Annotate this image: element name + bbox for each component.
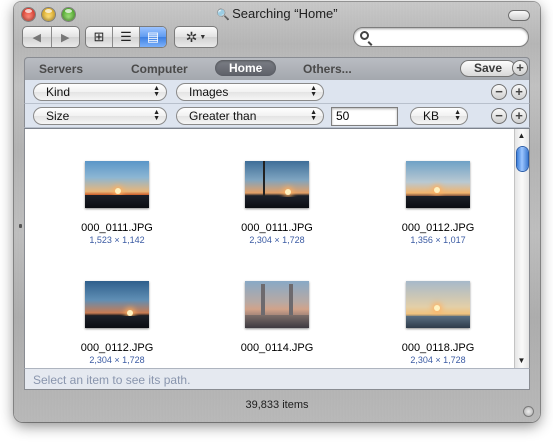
result-dimensions: 2,304 × 1,728: [410, 355, 466, 365]
scrollbar-thumb[interactable]: [517, 147, 528, 171]
image-thumbnail: [245, 161, 309, 208]
scope-computer[interactable]: Computer: [131, 62, 188, 76]
result-filename: 000_0112.JPG: [401, 222, 475, 234]
size-unit-popup[interactable]: KB ▲ ▼: [410, 107, 468, 125]
image-thumbnail: [406, 161, 470, 208]
column-view-button[interactable]: ▤: [140, 27, 166, 47]
criteria-attribute-label: Size: [46, 109, 70, 123]
criteria-value-label: Images: [189, 85, 229, 99]
image-thumbnail: [85, 161, 149, 208]
scope-home[interactable]: Home: [215, 60, 277, 76]
result-item[interactable]: 000_0112.JPG 1,356 × 1,017: [378, 161, 498, 246]
action-menu-button[interactable]: ✲ ▼: [174, 26, 218, 48]
result-dimensions: 2,304 × 1,728: [249, 235, 305, 245]
result-filename: 000_0118.JPG: [401, 342, 475, 354]
search-scope-bar: Servers Computer Home Others... Save +: [24, 57, 530, 80]
window-resize-icon[interactable]: [523, 406, 534, 417]
result-filename: 000_0111.JPG: [241, 222, 313, 234]
forward-arrow-icon: ▶: [61, 31, 70, 44]
result-item[interactable]: 000_0114.JPG: [217, 281, 337, 355]
search-input[interactable]: [374, 29, 522, 45]
criteria-operator-label: Greater than: [189, 109, 257, 123]
vertical-scrollbar[interactable]: [514, 129, 529, 368]
view-mode-control: ⊞ ☰ ▤: [85, 26, 167, 48]
criteria-attribute-popup[interactable]: Kind ▲ ▼: [33, 83, 167, 101]
popup-arrows-icon: ▲ ▼: [454, 109, 461, 122]
window-title-text: Searching “Home”: [232, 6, 338, 21]
result-filename: 000_0112.JPG: [80, 342, 154, 354]
result-item[interactable]: 000_0111.JPG 1,523 × 1,142: [57, 161, 177, 246]
toolbar-toggle-button[interactable]: [508, 10, 530, 21]
size-amount-field[interactable]: 50: [331, 107, 398, 126]
back-forward-control: ◀ ▶: [22, 26, 80, 48]
scope-others[interactable]: Others...: [303, 62, 352, 76]
result-item[interactable]: 000_0118.JPG 2,304 × 1,728: [378, 281, 498, 366]
finder-window: 🔍 Searching “Home” ◀ ▶ ⊞ ☰ ▤ ✲ ▼ Servers C…: [14, 2, 540, 422]
result-dimensions: 1,356 × 1,017: [410, 235, 466, 245]
sidebar-resize-handle[interactable]: [19, 224, 22, 228]
criteria-attribute-popup[interactable]: Size ▲ ▼: [33, 107, 167, 125]
result-filename: 000_0114.JPG: [240, 342, 314, 354]
column-view-icon: ▤: [146, 29, 160, 44]
result-dimensions: 2,304 × 1,728: [89, 355, 145, 365]
image-thumbnail: [85, 281, 149, 328]
list-view-icon: ☰: [120, 29, 132, 44]
save-search-button[interactable]: Save: [460, 60, 516, 77]
popup-arrows-icon: ▲ ▼: [310, 85, 317, 98]
list-view-button[interactable]: ☰: [113, 27, 140, 47]
status-item-count: 39,833 items: [245, 399, 309, 411]
chevron-down-icon: ▼: [199, 33, 207, 41]
popup-arrows-icon: ▲ ▼: [153, 85, 160, 98]
back-button[interactable]: ◀: [23, 27, 52, 47]
scroll-down-arrow-icon[interactable]: ▼: [514, 354, 529, 368]
icon-view-icon: ⊞: [93, 29, 105, 44]
search-field: [353, 27, 529, 47]
size-unit-label: KB: [423, 109, 440, 123]
add-criterion-button[interactable]: +: [512, 60, 528, 76]
result-filename: 000_0111.JPG: [81, 222, 153, 234]
result-item[interactable]: 000_0112.JPG 2,304 × 1,728: [57, 281, 177, 366]
search-icon: [360, 31, 369, 40]
criteria-row-size: Size ▲ ▼ Greater than ▲ ▼ 50 KB ▲ ▼ − +: [24, 104, 530, 128]
result-dimensions: 1,523 × 1,142: [89, 235, 145, 245]
criteria-value-popup[interactable]: Images ▲ ▼: [176, 83, 324, 101]
criteria-operator-popup[interactable]: Greater than ▲ ▼: [176, 107, 324, 125]
window-title: 🔍 Searching “Home”: [14, 6, 540, 21]
magnifier-icon: 🔍: [216, 9, 231, 21]
popup-arrows-icon: ▲ ▼: [310, 109, 317, 122]
remove-criterion-button[interactable]: −: [491, 84, 507, 100]
criteria-attribute-label: Kind: [46, 85, 71, 99]
add-criterion-button[interactable]: +: [511, 108, 527, 124]
add-criterion-button[interactable]: +: [511, 84, 527, 100]
criteria-row-kind: Kind ▲ ▼ Images ▲ ▼ − +: [24, 80, 530, 104]
popup-arrows-icon: ▲ ▼: [153, 109, 160, 122]
image-thumbnail: [406, 281, 470, 328]
scroll-up-arrow-icon[interactable]: ▲: [514, 129, 529, 143]
remove-criterion-button[interactable]: −: [491, 108, 507, 124]
image-thumbnail: [245, 281, 309, 328]
forward-button[interactable]: ▶: [52, 27, 80, 47]
result-item[interactable]: 000_0111.JPG 2,304 × 1,728: [217, 161, 337, 246]
gear-icon: ✲: [185, 28, 198, 45]
back-arrow-icon: ◀: [32, 31, 41, 44]
path-bar: Select an item to see its path.: [24, 368, 530, 390]
icon-view-button[interactable]: ⊞: [86, 27, 113, 47]
scope-servers[interactable]: Servers: [39, 62, 83, 76]
search-results-area: 000_0111.JPG 1,523 × 1,142 000_0111.JPG …: [24, 128, 530, 368]
